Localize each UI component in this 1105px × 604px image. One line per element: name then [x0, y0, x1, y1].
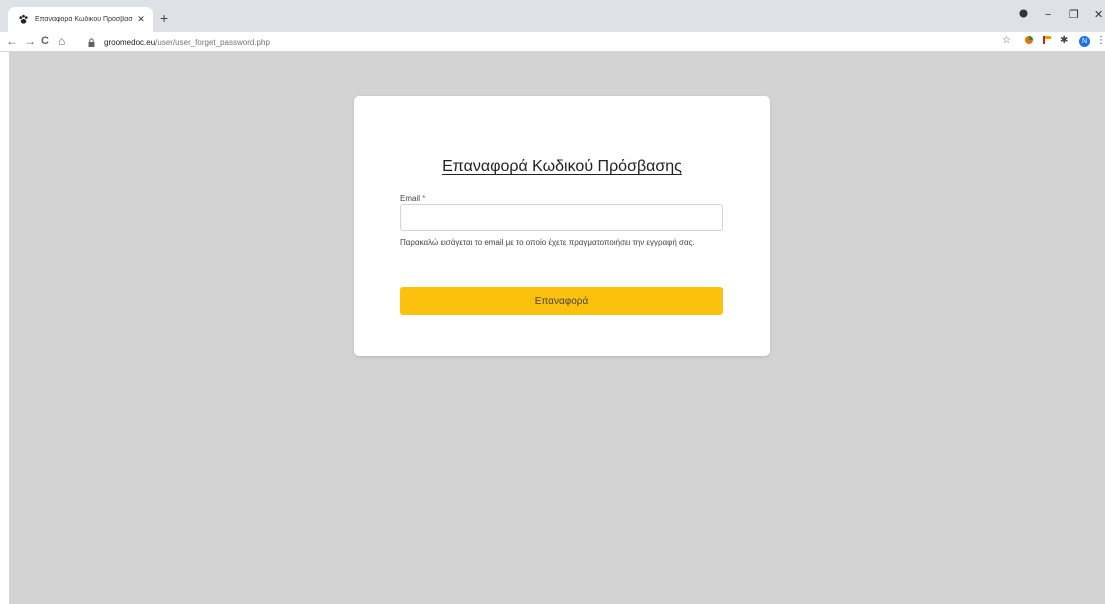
new-tab-button[interactable]: + — [160, 11, 168, 25]
home-button[interactable]: ⌂ — [58, 35, 65, 48]
close-tab-icon[interactable]: ✕ — [135, 14, 147, 25]
forward-button[interactable]: → — [24, 35, 36, 48]
page-background: Επαναφορά Κωδικού Πρόσβασης Email * Παρα… — [9, 52, 1105, 604]
required-mark: * — [422, 194, 426, 203]
url-path: /user/user_forget_password.php — [155, 37, 270, 47]
address-bar[interactable]: groomedoc.eu/user/user_forget_password.p… — [88, 35, 978, 49]
browser-tab[interactable]: Επαναφορά Κωδικού Πρόσβασ ✕ — [8, 7, 153, 32]
reset-password-card: Επαναφορά Κωδικού Πρόσβασης Email * Παρα… — [354, 96, 770, 356]
email-help-text: Παρακαλώ εισάγεται το email με το οποίο … — [400, 238, 695, 247]
email-label-text: Email — [400, 194, 421, 203]
tab-title: Επαναφορά Κωδικού Πρόσβασ — [35, 16, 133, 23]
minimize-button[interactable]: − — [1045, 9, 1051, 21]
restore-button[interactable]: ❐ — [1069, 9, 1079, 21]
lock-icon — [88, 37, 96, 47]
profile-avatar[interactable]: N — [1079, 36, 1090, 47]
extension-color-icon[interactable] — [1024, 35, 1034, 49]
extension-flag-icon[interactable] — [1042, 35, 1052, 49]
reload-button[interactable]: C — [41, 35, 49, 48]
browser-chrome: Επαναφορά Κωδικού Πρόσβασ ✕ + − ❐ ✕ ← → … — [0, 0, 1105, 52]
account-circle-icon[interactable] — [1019, 9, 1028, 21]
puzzle-icon[interactable]: ✱ — [1060, 35, 1068, 47]
email-field[interactable] — [400, 204, 723, 231]
url-host: groomedoc.eu — [104, 37, 156, 47]
close-window-button[interactable]: ✕ — [1094, 9, 1103, 21]
star-icon[interactable]: ☆ — [1002, 35, 1011, 47]
tab-strip: Επαναφορά Κωδικού Πρόσβασ ✕ + − ❐ ✕ — [0, 0, 1105, 32]
back-button[interactable]: ← — [6, 35, 18, 48]
browser-toolbar: ← → C ⌂ groomedoc.eu/user/user_forget_pa… — [0, 32, 1105, 52]
reset-button[interactable]: Επαναφορά — [400, 287, 723, 315]
paw-icon — [17, 14, 29, 26]
page-title: Επαναφορά Κωδικού Πρόσβασης — [442, 158, 682, 175]
email-label: Email * — [400, 194, 425, 203]
menu-icon[interactable]: ⋮ — [1096, 35, 1105, 47]
